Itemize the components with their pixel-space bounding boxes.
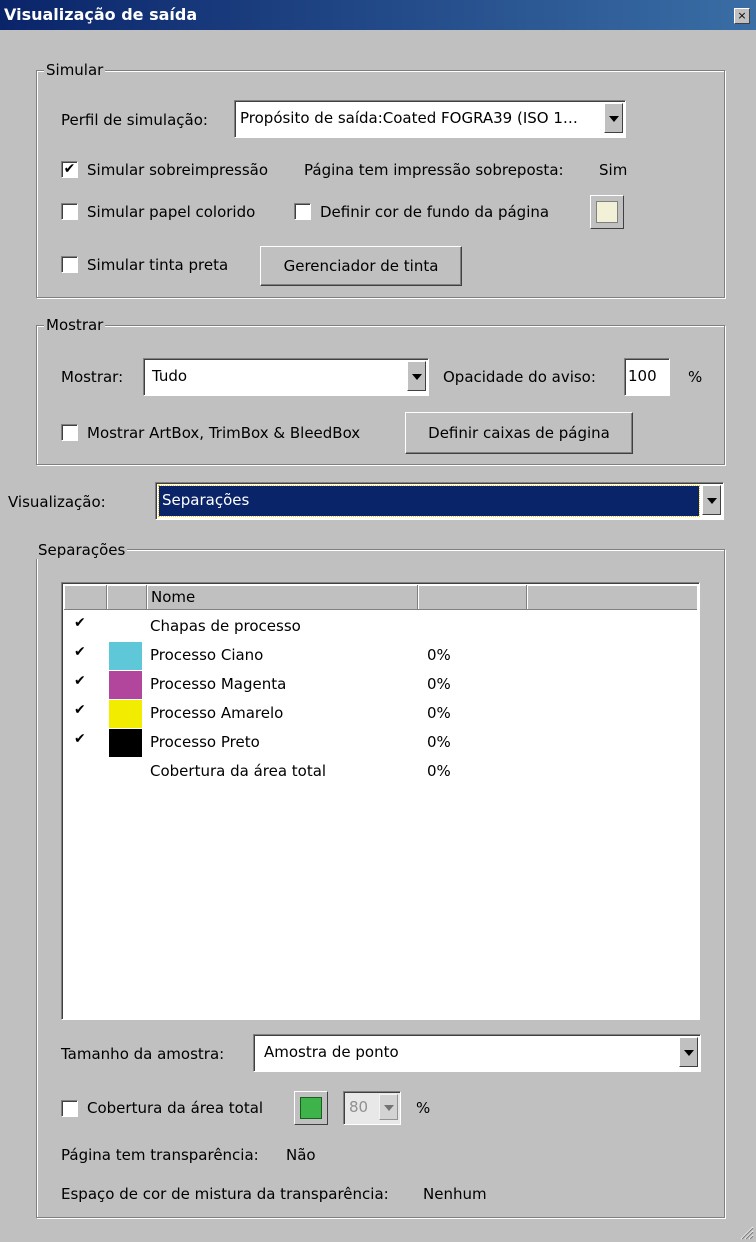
separacoes-list[interactable]: Nome ✔ Chapas de processo ✔ Processo Ciano 0…: [61, 582, 700, 1020]
col-header-extra[interactable]: [527, 585, 697, 610]
amostra-dropdown-arrow-icon[interactable]: [679, 1037, 698, 1067]
papel-colorido-label: Simular papel colorido: [87, 203, 256, 221]
separation-row-checkbox[interactable]: ✔: [74, 673, 86, 689]
mostrar-boxes-checkbox[interactable]: [61, 424, 78, 441]
cobertura-dropdown-arrow-icon: [379, 1094, 398, 1120]
definir-caixas-button[interactable]: Definir caixas de página: [405, 412, 633, 454]
separation-row-checkbox[interactable]: ✔: [74, 644, 86, 660]
separacoes-legend: Separações: [36, 541, 128, 559]
separation-row-value: 0%: [427, 646, 451, 664]
espaco-label: Espaço de cor de mistura da transparênci…: [61, 1185, 389, 1203]
col-header-value[interactable]: [418, 585, 527, 610]
separation-row-checkbox[interactable]: ✔: [74, 702, 86, 718]
cobertura-checkbox[interactable]: [61, 1100, 78, 1117]
visualizacao-dropdown-arrow-icon[interactable]: [702, 485, 721, 515]
cobertura-color-button[interactable]: [294, 1091, 328, 1125]
separation-row-checkbox[interactable]: ✔: [74, 615, 86, 631]
cobertura-color-swatch: [300, 1097, 322, 1119]
separation-row-checkbox[interactable]: ✔: [74, 731, 86, 747]
close-icon[interactable]: ×: [734, 8, 750, 24]
visualizacao-selection: Separações: [158, 485, 700, 517]
opacidade-label: Opacidade do aviso:: [443, 368, 596, 386]
opacidade-value: 100: [628, 367, 657, 385]
cobertura-percent-value: 80: [349, 1098, 369, 1116]
opacidade-percent: %: [688, 368, 703, 386]
separation-row-name: Processo Amarelo: [150, 704, 284, 722]
sobreimpressao-label: Simular sobreimpressão: [87, 161, 269, 179]
tinta-preta-label: Simular tinta preta: [87, 256, 229, 274]
mostrar-dropdown[interactable]: Tudo: [143, 358, 429, 396]
tinta-preta-checkbox[interactable]: [61, 256, 78, 273]
cor-fundo-swatch-button[interactable]: [590, 195, 624, 229]
sobreposta-value: Sim: [599, 161, 628, 179]
title-bar: Visualização de saída ×: [0, 0, 756, 30]
separation-color-swatch: [109, 671, 142, 699]
mostrar-legend: Mostrar: [44, 316, 106, 334]
perfil-value: Propósito de saída:Coated FOGRA39 (ISO 1…: [240, 109, 578, 127]
visualizacao-dropdown[interactable]: Separações: [155, 482, 724, 520]
separation-row-name: Cobertura da área total: [150, 762, 327, 780]
cor-fundo-checkbox[interactable]: [294, 203, 311, 220]
amostra-label: Tamanho da amostra:: [61, 1045, 225, 1063]
cor-fundo-swatch: [596, 201, 618, 223]
separation-row-name: Chapas de processo: [150, 617, 301, 635]
simular-legend: Simular: [44, 61, 106, 79]
sobreposta-label: Página tem impressão sobreposta:: [304, 161, 564, 179]
visualizacao-value: Separações: [162, 491, 250, 509]
separation-row-value: 0%: [427, 675, 451, 693]
resize-grip-icon[interactable]: [738, 1224, 754, 1240]
col-header-name[interactable]: Nome: [147, 585, 418, 610]
separation-row-name: Processo Magenta: [150, 675, 287, 693]
transparencia-label: Página tem transparência:: [61, 1146, 259, 1164]
amostra-value: Amostra de ponto: [264, 1043, 399, 1061]
gerenciador-tinta-label: Gerenciador de tinta: [283, 257, 439, 275]
col-header-check[interactable]: [64, 585, 107, 610]
papel-colorido-checkbox[interactable]: [61, 203, 78, 220]
window-title: Visualização de saída: [4, 5, 198, 24]
separation-row-value: 0%: [427, 733, 451, 751]
separation-color-swatch: [109, 700, 142, 728]
amostra-dropdown[interactable]: Amostra de ponto: [253, 1034, 701, 1072]
separation-row-name: Processo Preto: [150, 733, 260, 751]
cobertura-label: Cobertura da área total: [87, 1099, 264, 1117]
col-header-name-label: Nome: [151, 588, 196, 606]
definir-caixas-label: Definir caixas de página: [428, 424, 610, 442]
separation-row-value: 0%: [427, 762, 451, 780]
mostrar-dropdown-arrow-icon[interactable]: [407, 361, 426, 391]
mostrar-label: Mostrar:: [61, 368, 124, 386]
gerenciador-tinta-button[interactable]: Gerenciador de tinta: [260, 246, 462, 286]
separation-row-value: 0%: [427, 704, 451, 722]
sobreimpressao-checkbox[interactable]: ✔: [61, 161, 78, 178]
perfil-label: Perfil de simulação:: [61, 111, 208, 129]
mostrar-boxes-label: Mostrar ArtBox, TrimBox & BleedBox: [87, 424, 361, 442]
mostrar-value: Tudo: [152, 367, 188, 385]
separation-row-name: Processo Ciano: [150, 646, 264, 664]
separation-color-swatch: [109, 642, 142, 670]
separation-color-swatch: [109, 729, 142, 757]
opacidade-input[interactable]: 100: [624, 358, 670, 396]
espaco-value: Nenhum: [423, 1185, 487, 1203]
perfil-dropdown[interactable]: Propósito de saída:Coated FOGRA39 (ISO 1…: [234, 100, 626, 138]
cobertura-percent-dropdown: 80: [343, 1091, 401, 1125]
perfil-dropdown-arrow-icon[interactable]: [604, 103, 623, 133]
cobertura-percent-sign: %: [416, 1099, 431, 1117]
col-header-color[interactable]: [107, 585, 147, 610]
transparencia-value: Não: [286, 1146, 316, 1164]
cor-fundo-label: Definir cor de fundo da página: [320, 203, 550, 221]
visualizacao-label: Visualização:: [8, 493, 106, 511]
